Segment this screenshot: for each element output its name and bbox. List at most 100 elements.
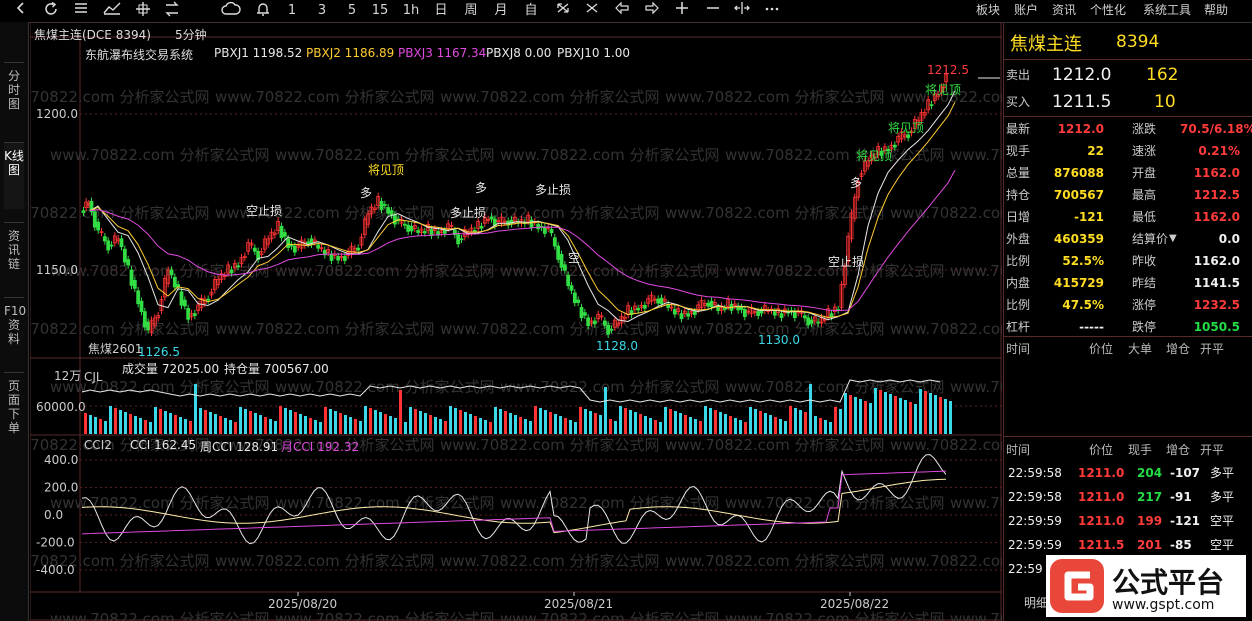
kline-candle (336, 256, 341, 261)
bell-icon[interactable] (252, 1, 274, 21)
volume-bar (534, 406, 537, 434)
volume-bar (844, 393, 847, 434)
tick-row: 22:59:59 1211.5 201 -85 空平 (1004, 534, 1252, 556)
more-icon[interactable] (761, 1, 783, 21)
tick-oi: -121 (1170, 514, 1201, 528)
period-select[interactable]: 5分钟 (175, 26, 207, 43)
refresh-icon[interactable] (40, 1, 62, 21)
kline-candle (96, 221, 101, 231)
zoom-in-icon[interactable] (671, 1, 693, 21)
menu-icon[interactable] (70, 1, 92, 21)
logo-text: 公式平台 (1112, 566, 1225, 599)
volume-bar (879, 390, 882, 434)
tick-qty: 217 (1137, 490, 1163, 504)
shrink-icon[interactable] (581, 1, 603, 21)
volume-bar (724, 414, 727, 434)
period-1h[interactable]: 1h (400, 1, 422, 21)
volume-bar (529, 421, 532, 434)
volume-bar (554, 414, 557, 434)
period-day[interactable]: 日 (430, 1, 452, 21)
volume-bar (224, 418, 227, 434)
quote-label: 杠杆 (1006, 320, 1031, 334)
period-1[interactable]: 1 (282, 1, 302, 21)
tick-time: 22:59:58 (1008, 466, 1062, 480)
arrow-left-icon[interactable] (611, 1, 633, 21)
signal-label: 空止损 (828, 255, 864, 269)
volume-bar (284, 408, 287, 434)
volume-bar (849, 395, 852, 434)
kline-candle (406, 224, 411, 232)
split-icon[interactable] (731, 1, 753, 21)
ask-row[interactable]: 卖出 1212.0 162 (1004, 62, 1252, 88)
tab-order[interactable]: 页面下单 (4, 372, 24, 459)
kline-candle (609, 328, 614, 331)
volume-bar (164, 411, 167, 434)
chevron-down-icon[interactable]: ▼ (1169, 228, 1177, 250)
line-chart-icon[interactable] (101, 1, 123, 21)
menu-sector[interactable]: 板块 (976, 0, 1000, 20)
menu-news[interactable]: 资讯 (1052, 0, 1076, 20)
back-icon[interactable] (10, 1, 32, 21)
kline-candle (586, 317, 591, 326)
tab-f10[interactable]: F10资料 (4, 297, 26, 374)
signal-label: 空 (568, 251, 580, 265)
quote-value: 876088 (1053, 166, 1104, 180)
chart-area[interactable]: www.70822.com 分析家公式网 www.70822.com 分析家公式网… (30, 22, 1002, 621)
period-5[interactable]: 5 (342, 1, 362, 21)
kline-candle (422, 231, 427, 234)
indicator-name[interactable]: 东航瀑布线交易系统 (85, 46, 193, 63)
tab-timeshare[interactable]: 分时图 (4, 62, 24, 129)
volume-bar (194, 384, 197, 434)
period-custom[interactable]: 自 (520, 1, 542, 21)
kline-candle (286, 238, 291, 248)
volume-bar (674, 411, 677, 434)
zoom-out-icon[interactable] (702, 1, 724, 21)
tab-news-chain[interactable]: 资讯链 (4, 222, 24, 289)
kline-candle (386, 207, 391, 214)
arrow-right-icon[interactable] (641, 1, 663, 21)
watermark-text: www.70822.com 分析家公式网 (440, 88, 660, 106)
date-axis-label: 2025/08/21 (544, 597, 613, 611)
kline-candle (236, 265, 241, 268)
menu-account[interactable]: 账户 (1014, 0, 1038, 20)
period-week[interactable]: 周 (460, 1, 482, 21)
volume-bar (484, 420, 487, 434)
tab-kline[interactable]: K线图 (4, 142, 24, 209)
period-3[interactable]: 3 (312, 1, 332, 21)
volume-title[interactable]: CJL (84, 370, 103, 384)
cloud-icon[interactable] (220, 1, 242, 21)
pbx-8: PBXJ8 0.00 (486, 46, 552, 60)
kline-candle (316, 244, 321, 249)
kline-chart[interactable]: www.70822.com 分析家公式网 www.70822.com 分析家公式网… (30, 22, 1002, 621)
signal-label: 多止损 (535, 183, 571, 197)
watermark-text: www.70822.com 分析家公式网 (500, 610, 720, 621)
kline-candle (459, 238, 464, 241)
kline-candle (252, 247, 257, 252)
expand-icon[interactable] (552, 1, 574, 21)
period-15[interactable]: 15 (368, 1, 392, 21)
cci-title[interactable]: CCI2 (84, 438, 112, 452)
menu-personalize[interactable]: 个性化 (1090, 0, 1126, 20)
quote-label: 最低 (1132, 210, 1157, 224)
detail-tab[interactable]: 明细 (1024, 594, 1048, 611)
watermark-text: www.70822.com 分析家公式网 (50, 494, 270, 512)
switch-icon[interactable] (161, 1, 183, 21)
menu-help[interactable]: 帮助 (1204, 0, 1228, 20)
period-month[interactable]: 月 (490, 1, 512, 21)
volume-bar (249, 411, 252, 434)
crosshair-icon[interactable] (132, 1, 154, 21)
menu-system-tools[interactable]: 系统工具 (1143, 0, 1191, 20)
volume-bar (104, 421, 107, 434)
volume-bar (354, 419, 357, 434)
volume-bar (764, 413, 767, 434)
watermark-text: www.70822.com 分析家公式网 (950, 146, 1002, 164)
watermark-text: www.70822.com 分析家公式网 (440, 436, 660, 454)
bid-row[interactable]: 买入 1211.5 10 (1004, 89, 1252, 115)
tick-type: 空平 (1210, 514, 1235, 528)
kline-candle (816, 321, 821, 324)
tick-time: 22:59:59 (1008, 514, 1062, 528)
kline-candle (442, 230, 447, 234)
volume-bar (364, 406, 367, 434)
volume-bar (309, 418, 312, 434)
volume-bar (559, 416, 562, 434)
